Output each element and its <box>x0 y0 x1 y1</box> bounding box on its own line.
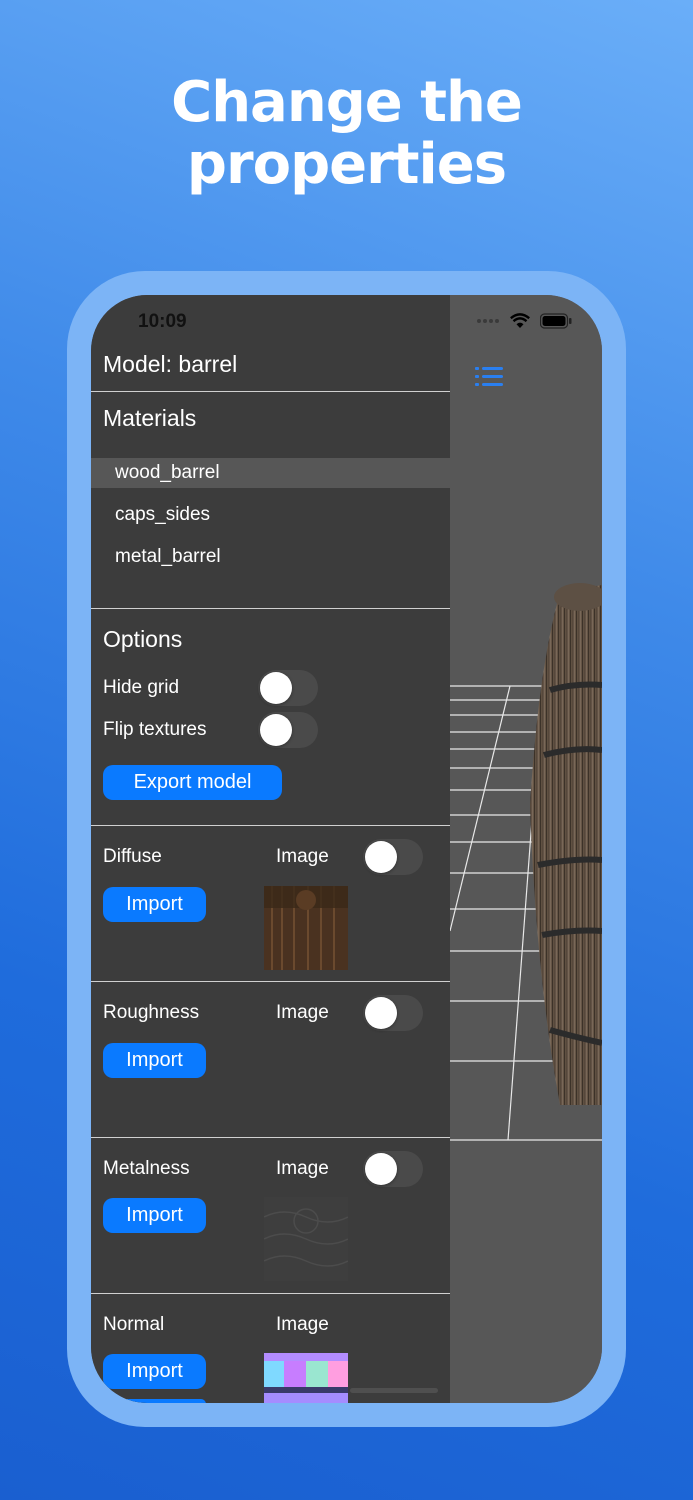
divider <box>91 1137 450 1138</box>
divider <box>91 391 450 392</box>
diffuse-import-button[interactable]: Import <box>103 887 206 922</box>
metalness-import-button[interactable]: Import <box>103 1198 206 1233</box>
divider <box>91 1293 450 1294</box>
status-time: 10:09 <box>138 311 187 332</box>
normal-label: Normal <box>103 1314 165 1335</box>
export-model-button[interactable]: Export model <box>103 765 282 800</box>
headline-line-1: Change the <box>171 70 523 135</box>
wifi-icon <box>510 313 530 328</box>
normal-image-label: Image <box>276 1314 329 1335</box>
toggle-knob <box>365 997 397 1029</box>
flip-textures-toggle[interactable] <box>258 712 318 748</box>
roughness-image-label: Image <box>276 1002 329 1023</box>
divider <box>91 981 450 982</box>
barrel-model <box>530 583 602 1105</box>
headline-line-2: properties <box>186 132 507 197</box>
properties-panel: 10:09 Model: barrel Materials wood_barre… <box>91 295 450 1403</box>
status-icons <box>476 313 572 329</box>
phone-screen: 10:09 Model: barrel Materials wood_barre… <box>91 295 602 1403</box>
diffuse-image-label: Image <box>276 846 329 867</box>
battery-icon <box>540 313 572 329</box>
partial-import-button <box>103 1399 206 1403</box>
home-indicator <box>350 1388 438 1393</box>
diffuse-texture-thumbnail <box>264 886 348 970</box>
roughness-label: Roughness <box>103 1002 200 1023</box>
diffuse-label: Diffuse <box>103 846 162 867</box>
normal-import-button[interactable]: Import <box>103 1354 206 1389</box>
material-item-wood-barrel[interactable]: wood_barrel <box>91 458 450 488</box>
toggle-knob <box>365 841 397 873</box>
metalness-label: Metalness <box>103 1158 190 1179</box>
metalness-image-toggle[interactable] <box>363 1151 423 1187</box>
diffuse-image-toggle[interactable] <box>363 839 423 875</box>
metalness-image-label: Image <box>276 1158 329 1179</box>
toggle-knob <box>365 1153 397 1185</box>
material-item-caps-sides[interactable]: caps_sides <box>91 500 450 542</box>
roughness-import-button[interactable]: Import <box>103 1043 206 1078</box>
options-title: Options <box>103 626 183 652</box>
metalness-texture-thumbnail <box>264 1197 348 1281</box>
hide-grid-label: Hide grid <box>103 677 180 698</box>
flip-textures-label: Flip textures <box>103 719 207 740</box>
menu-list-icon[interactable] <box>475 366 503 388</box>
barrel-grid-scene <box>450 583 602 1141</box>
material-item-metal-barrel[interactable]: metal_barrel <box>91 542 450 584</box>
roughness-image-toggle[interactable] <box>363 995 423 1031</box>
toggle-knob <box>260 672 292 704</box>
model-viewport[interactable] <box>450 295 602 1403</box>
materials-title: Materials <box>103 405 197 431</box>
headline: Change the properties <box>0 72 693 196</box>
toggle-knob <box>260 714 292 746</box>
hide-grid-toggle[interactable] <box>258 670 318 706</box>
divider <box>91 825 450 826</box>
model-title: Model: barrel <box>103 351 238 377</box>
normal-texture-thumbnail <box>264 1353 348 1403</box>
divider <box>91 608 450 609</box>
signal-dots-icon <box>477 319 499 323</box>
materials-list: wood_barrel caps_sides metal_barrel <box>91 458 450 584</box>
